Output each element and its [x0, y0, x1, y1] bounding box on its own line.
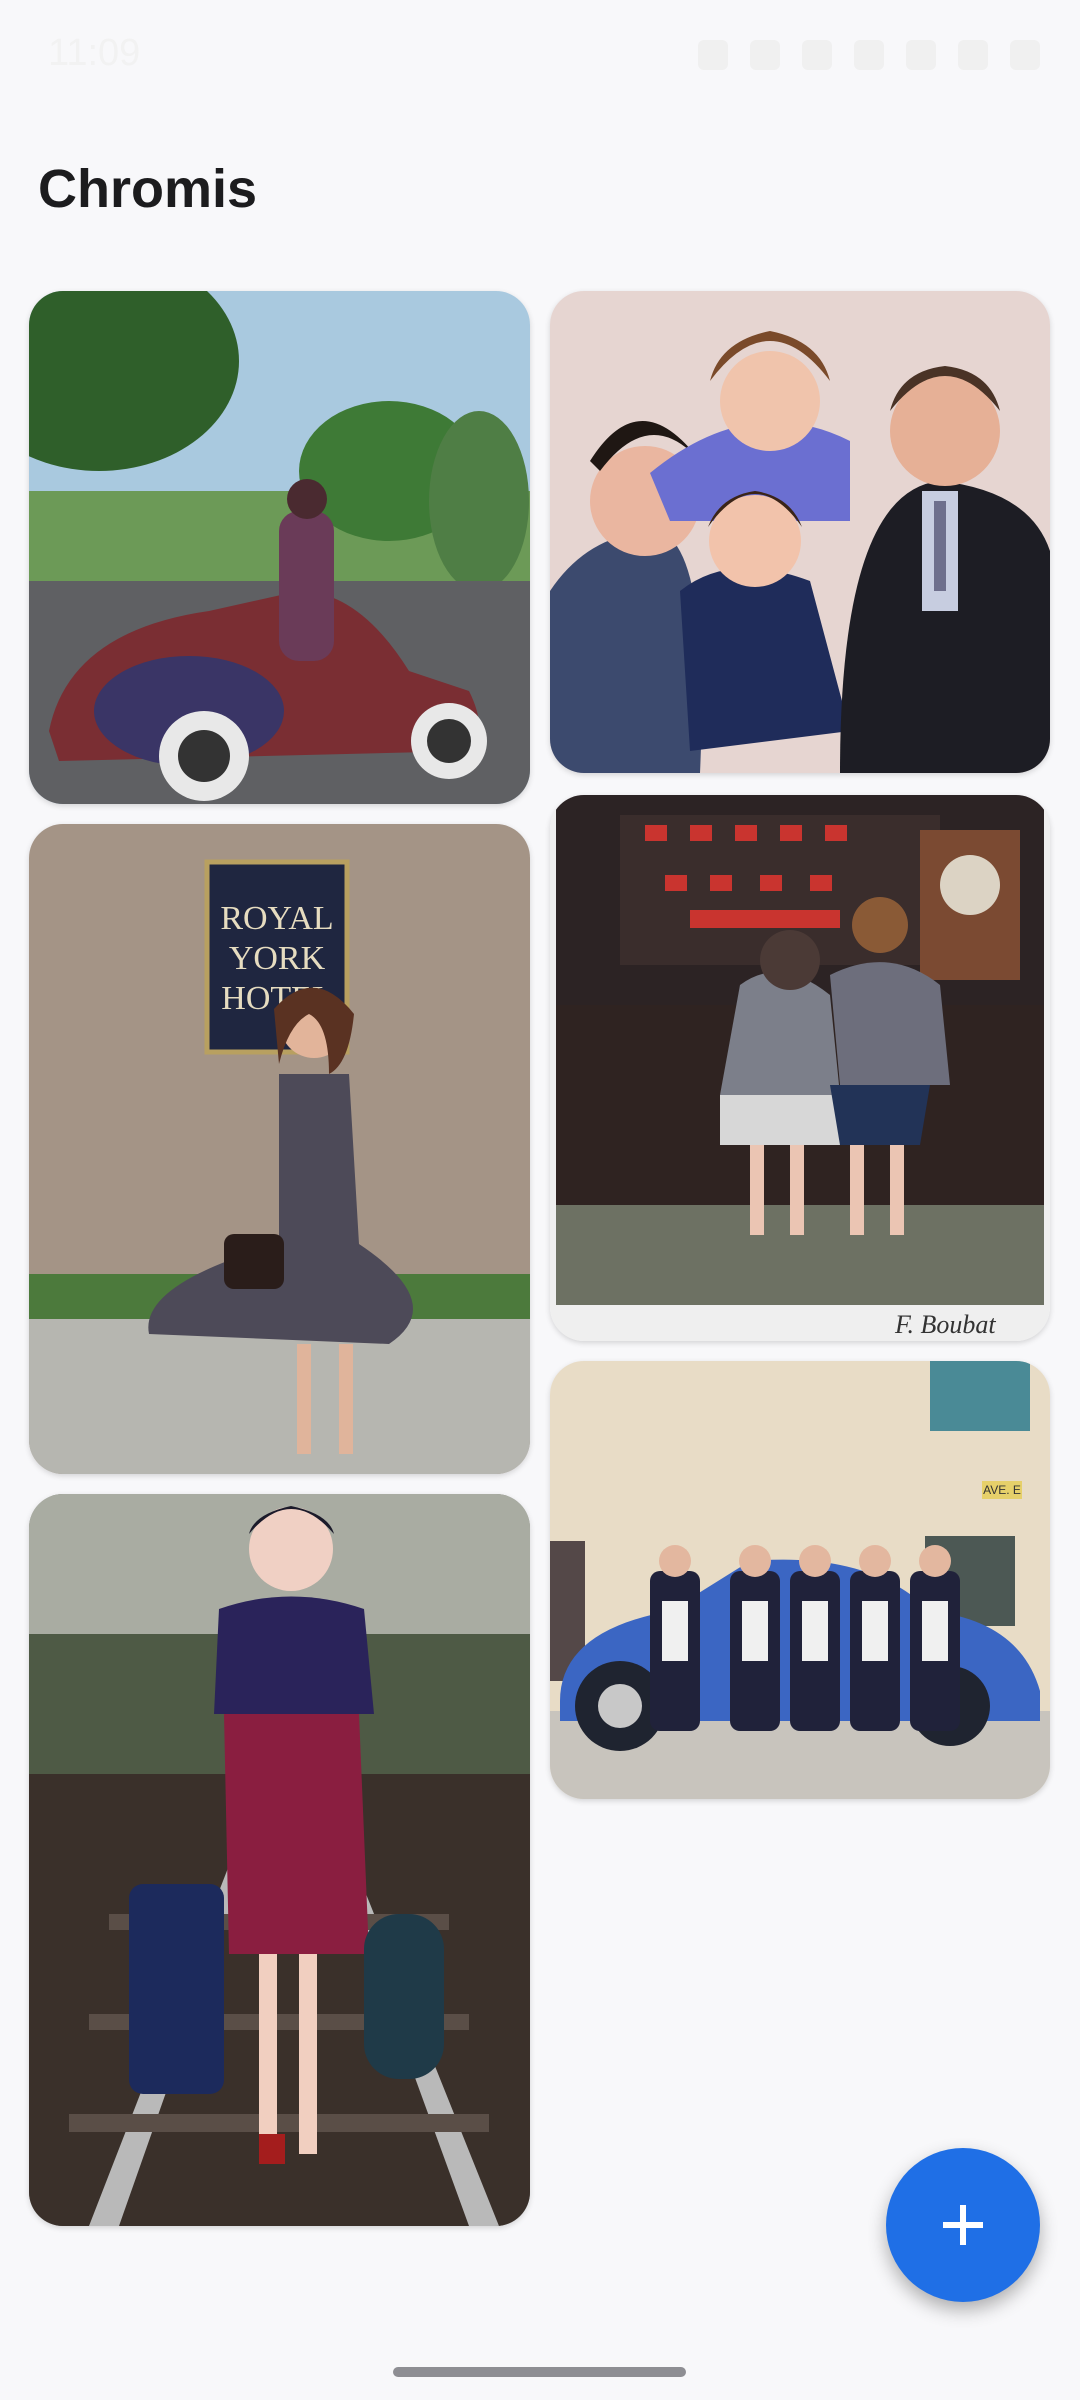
add-fab-button[interactable] — [886, 2148, 1040, 2302]
photographer-signature: F. Boubat — [894, 1310, 996, 1339]
app-title: Chromis — [38, 159, 258, 219]
family-portrait-photo[interactable] — [550, 291, 1050, 773]
sync-icon — [750, 40, 780, 70]
women-blue-car-photo[interactable]: AVE. E — [550, 1361, 1050, 1799]
hotel-sign-woman-photo[interactable]: ROYAL YORK HOTEL — [29, 824, 530, 1474]
signal-icon — [958, 40, 988, 70]
status-bar: 11:09 — [0, 0, 1080, 110]
wifi-icon — [906, 40, 936, 70]
vintage-car-woman-photo[interactable] — [29, 291, 530, 804]
children-shop-window-photo[interactable]: F. Boubat — [550, 795, 1050, 1341]
vibrate-icon — [854, 40, 884, 70]
sign-line-1: ROYAL — [220, 900, 333, 937]
street-sign: AVE. E — [983, 1483, 1021, 1497]
battery-icon — [1010, 40, 1040, 70]
status-icons — [698, 40, 1040, 70]
notification-icon — [698, 40, 728, 70]
sign-line-2: YORK — [229, 940, 326, 977]
plus-icon — [943, 2205, 983, 2245]
cloud-icon — [802, 40, 832, 70]
gesture-navigation-bar[interactable] — [393, 2367, 686, 2377]
status-time: 11:09 — [48, 32, 141, 74]
railway-woman-suitcases-photo[interactable] — [29, 1494, 530, 2226]
